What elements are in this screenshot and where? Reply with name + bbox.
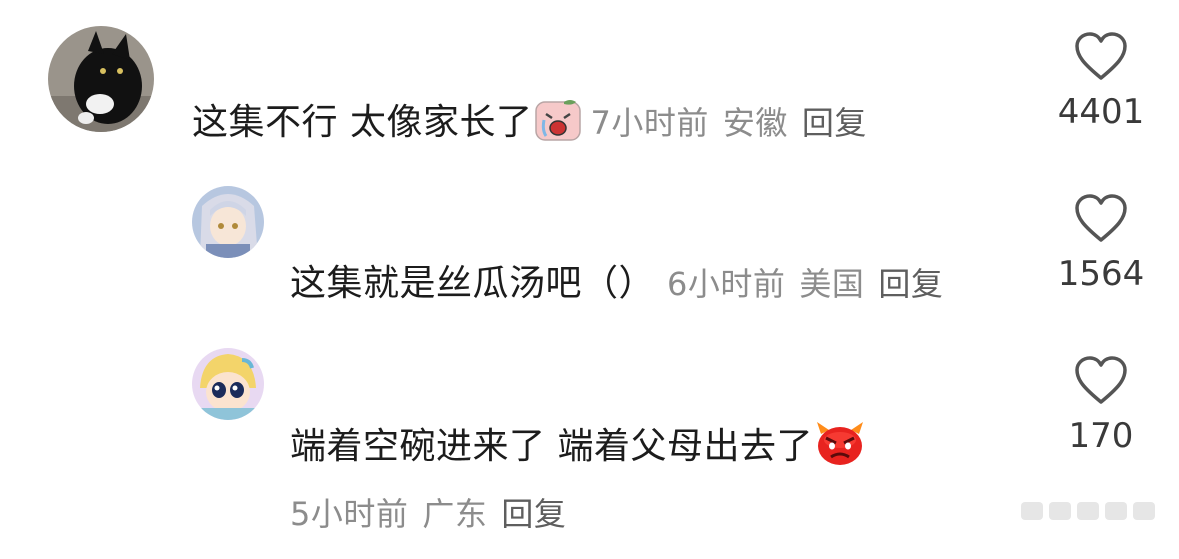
comment-text-line: 端着空碗进来了 端着父母出去了 xyxy=(290,420,873,477)
watermark xyxy=(1021,498,1161,531)
comment-time: 6小时前 xyxy=(666,265,786,303)
comment-text-line: 这集不行 太像家长了 7小时前 安徽 回复 xyxy=(192,98,881,153)
reply-button[interactable]: 回复 xyxy=(802,104,867,142)
like-button[interactable]: 1564 xyxy=(1041,194,1161,294)
comment-location: 安徽 xyxy=(722,104,788,142)
like-count: 4401 xyxy=(1057,92,1145,132)
comment-text: 端着空碗进来了 端着父母出去了 xyxy=(290,426,813,467)
like-count: 1564 xyxy=(1057,254,1145,294)
avatar[interactable] xyxy=(192,186,264,258)
like-count: 170 xyxy=(1068,416,1134,456)
comment-meta: 5小时前 广东 回复 xyxy=(290,492,580,536)
avatar[interactable] xyxy=(192,348,264,420)
avatar[interactable] xyxy=(48,26,154,132)
comment-text: 这集就是丝瓜汤吧（） xyxy=(290,263,656,304)
crying-peach-emoji-icon xyxy=(534,98,582,153)
heart-icon xyxy=(1075,194,1127,242)
comment-time: 5小时前 xyxy=(290,495,409,533)
heart-icon xyxy=(1075,32,1127,80)
like-button[interactable]: 4401 xyxy=(1041,32,1161,132)
comment-location: 美国 xyxy=(799,265,865,303)
reply-button[interactable]: 回复 xyxy=(878,265,943,303)
comment-location: 广东 xyxy=(422,495,488,533)
like-button[interactable]: 170 xyxy=(1041,356,1161,456)
heart-icon xyxy=(1075,356,1127,404)
watermark-logo-icon xyxy=(1021,502,1155,520)
angry-red-face-emoji-icon xyxy=(815,420,865,477)
reply-button[interactable]: 回复 xyxy=(501,495,566,533)
comment-text-line: 这集就是丝瓜汤吧（） 6小时前 美国 回复 xyxy=(290,262,957,306)
comment-text: 这集不行 太像家长了 xyxy=(192,102,533,143)
comment-time: 7小时前 xyxy=(590,104,709,142)
